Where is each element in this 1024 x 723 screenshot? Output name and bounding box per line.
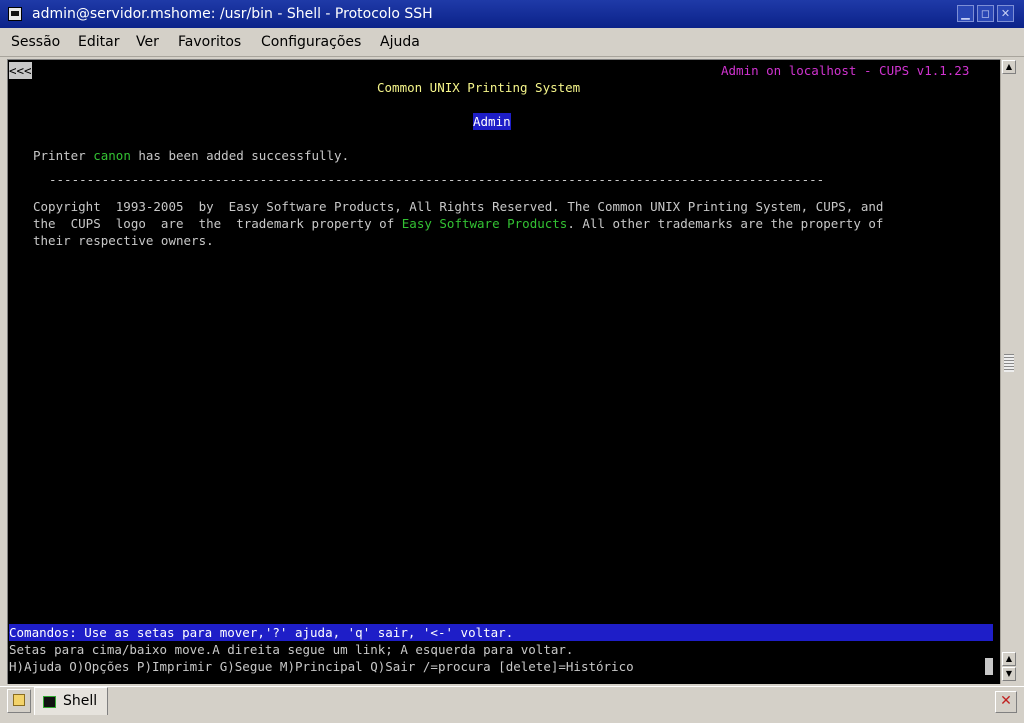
scroll-up-arrow-icon[interactable]: ▲ [1002, 60, 1016, 74]
printer-link[interactable]: canon [93, 148, 131, 163]
terminal-screen[interactable]: <<< Admin on localhost - CUPS v1.1.23 Co… [7, 59, 1000, 684]
window-title-bar[interactable]: admin@servidor.mshome: /usr/bin - Shell … [0, 0, 1024, 28]
menu-bar: Sessão Editar Ver Favoritos Configuraçõe… [0, 29, 1024, 57]
terminal-cursor [985, 658, 993, 675]
message-suffix: has been added successfully. [130, 148, 350, 163]
close-session-icon[interactable]: ✕ [995, 691, 1017, 713]
separator-line: ----------------------------------------… [49, 172, 825, 187]
window-title: admin@servidor.mshome: /usr/bin - Shell … [32, 6, 433, 22]
navigation-help-text: Setas para cima/baixo move.A direita seg… [9, 642, 574, 657]
page-heading: Common UNIX Printing System [377, 80, 581, 95]
tab-shell[interactable]: Shell [34, 687, 108, 715]
success-message: Printer canon has been added successfull… [33, 147, 349, 164]
new-session-icon [13, 694, 25, 706]
message-prefix: Printer [33, 148, 94, 163]
terminal-app-icon[interactable] [8, 7, 22, 21]
scroll-down-arrow-icon[interactable]: ▼ [1002, 667, 1016, 681]
session-tab-bar: Shell ✕ [0, 686, 1024, 723]
scroll-up-arrow-icon[interactable]: ▲ [1002, 652, 1016, 666]
key-shortcuts-text: H)Ajuda O)Opções P)Imprimir G)Segue M)Pr… [9, 659, 634, 674]
close-window-button[interactable]: ✕ [997, 5, 1014, 22]
menu-editar[interactable]: Editar [78, 33, 119, 51]
menu-sessao[interactable]: Sessão [11, 33, 60, 51]
copyright-line-2: the CUPS logo are the trademark property… [33, 215, 883, 232]
minimize-button[interactable]: ▁ [957, 5, 974, 22]
copyright-text: . All other trademarks are the property … [567, 216, 884, 231]
copyright-line-3: their respective owners. [33, 233, 214, 248]
terminal-scrollbar[interactable]: ▲ ▲ ▼ [1000, 59, 1016, 684]
commands-status-text: Comandos: Use as setas para mover,'?' aj… [9, 625, 514, 640]
menu-ajuda[interactable]: Ajuda [380, 33, 420, 51]
scrollbar-grip[interactable] [1004, 354, 1014, 372]
admin-link[interactable]: Admin [473, 113, 511, 130]
back-link[interactable]: <<< [9, 62, 32, 79]
easy-software-link[interactable]: Easy Software Products [402, 216, 568, 231]
terminal-icon [43, 696, 56, 708]
maximize-button[interactable]: ◻ [977, 5, 994, 22]
copyright-line-1: Copyright 1993-2005 by Easy Software Pro… [33, 199, 884, 214]
menu-favoritos[interactable]: Favoritos [178, 33, 241, 51]
new-session-button[interactable] [7, 689, 31, 713]
menu-ver[interactable]: Ver [136, 33, 159, 51]
copyright-text: the CUPS logo are the trademark property… [33, 216, 402, 231]
tab-shell-label: Shell [63, 693, 98, 709]
menu-configuracoes[interactable]: Configurações [261, 33, 361, 51]
page-header-right: Admin on localhost - CUPS v1.1.23 [721, 63, 970, 78]
